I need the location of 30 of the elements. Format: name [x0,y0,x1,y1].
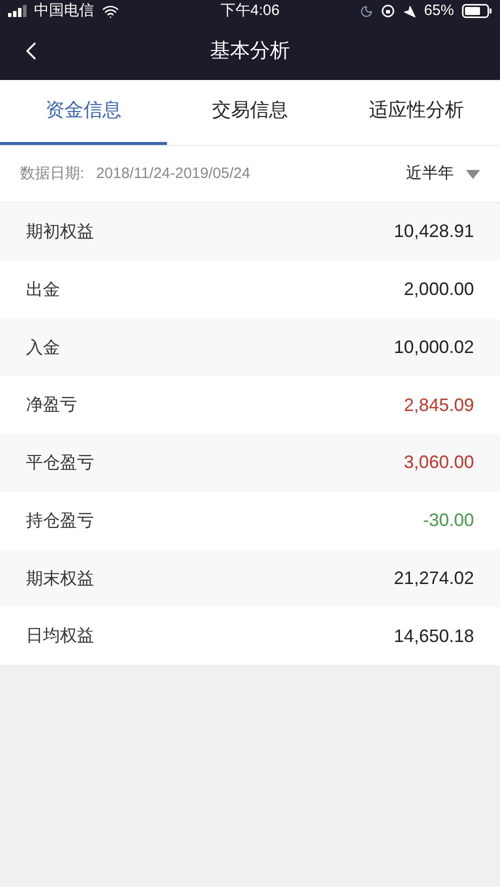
page-title: 基本分析 [210,39,290,64]
row-value: 2,845.09 [404,394,474,417]
caret-icon [466,170,480,178]
row-label: 出金 [26,278,60,301]
row-label: 入金 [26,336,60,359]
clock-time: 下午4:06 [219,0,281,21]
tab[interactable]: 交易信息 [166,80,334,145]
row-value: -30.00 [422,509,474,532]
row-label: 持仓盈亏 [26,510,94,532]
carrier-name: 中国电信 [34,0,94,21]
row-value: 21,274.02 [394,566,474,590]
date-label: 数据日期: [20,164,84,184]
row-label: 净盈亏 [26,394,77,416]
moon-icon [360,4,373,18]
row-label: 期末权益 [26,568,94,590]
row-value: 10,000.02 [394,336,474,359]
rotation-lock-icon [380,4,395,18]
location-icon [402,4,416,18]
tab[interactable]: 适应性分析 [333,80,500,145]
row-value: 3,060.00 [404,451,474,474]
battery-icon [462,4,492,18]
row-value: 14,650.18 [394,624,474,648]
row-label: 日均权益 [26,625,94,648]
row-label: 期初权益 [26,221,94,244]
date-range: 2018/11/24-2019/05/24 [96,164,250,184]
period-dropdown[interactable]: 近半年 [406,162,480,186]
battery-percent: 65% [424,0,454,21]
row-label: 平仓盈亏 [26,452,94,474]
row-value: 2,000.00 [404,278,474,302]
row-value: 10,428.91 [394,220,474,244]
